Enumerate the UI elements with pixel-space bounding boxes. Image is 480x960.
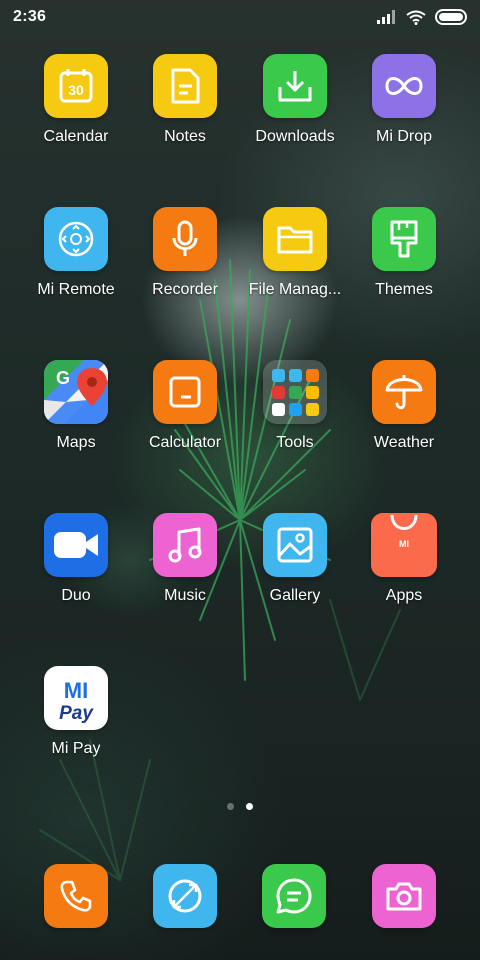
- app-label: Weather: [373, 434, 435, 451]
- app-downloads[interactable]: Downloads: [240, 54, 350, 174]
- compass-browser-icon[interactable]: [153, 864, 217, 928]
- folder-mini-app-icon: [305, 402, 319, 416]
- google-maps-icon: G: [44, 360, 108, 424]
- app-label: Calculator: [148, 434, 222, 451]
- music-note-icon: [153, 513, 217, 577]
- app-label: Apps: [385, 587, 423, 604]
- app-notes[interactable]: Notes: [130, 54, 240, 174]
- status-bar: 2:36: [0, 0, 480, 34]
- paintbrush-icon: [372, 207, 436, 271]
- download-icon: [263, 54, 327, 118]
- app-label: Mi Remote: [37, 281, 115, 298]
- mi-store-bag-icon: MI: [371, 513, 437, 577]
- app-recorder[interactable]: Recorder: [130, 207, 240, 327]
- app-label: Music: [164, 587, 206, 604]
- app-calendar[interactable]: 30 Calendar: [21, 54, 131, 174]
- app-maps[interactable]: G Maps: [21, 360, 131, 480]
- app-label: Recorder: [152, 281, 218, 298]
- folder-mini-app-icon: [288, 385, 302, 399]
- app-file-manager[interactable]: File Manag...: [240, 207, 350, 327]
- folder-mini-app-icon: [305, 385, 319, 399]
- app-label: Mi Drop: [375, 128, 432, 145]
- camera-icon[interactable]: [372, 864, 436, 928]
- message-icon[interactable]: [262, 864, 326, 928]
- app-mi-drop[interactable]: Mi Drop: [349, 54, 459, 174]
- app-label: Mi Pay: [51, 740, 101, 757]
- calendar-icon: 30: [44, 54, 108, 118]
- video-camera-icon: [44, 513, 108, 577]
- calculator-icon: [153, 360, 217, 424]
- mi-pay-icon: MI Pay: [44, 666, 108, 730]
- folder-icon: [263, 207, 327, 271]
- app-apps-store[interactable]: MI Apps: [349, 513, 459, 633]
- status-clock: 2:36: [13, 8, 47, 25]
- mi-badge-text: MI: [399, 539, 409, 549]
- phone-icon[interactable]: [44, 864, 108, 928]
- app-label: Gallery: [269, 587, 321, 604]
- battery-icon: [435, 9, 467, 25]
- app-label: Tools: [276, 434, 314, 451]
- app-label: Maps: [56, 434, 96, 451]
- signal-icon: [377, 10, 395, 24]
- app-folder-tools[interactable]: Tools: [240, 360, 350, 480]
- microphone-icon: [153, 207, 217, 271]
- folder-mini-app-icon: [288, 368, 302, 382]
- app-mi-pay[interactable]: MI Pay Mi Pay: [21, 666, 131, 786]
- folder-mini-app-icon: [271, 368, 285, 382]
- app-gallery[interactable]: Gallery: [240, 513, 350, 633]
- app-label: Calendar: [43, 128, 109, 145]
- folder-tools-icon: [263, 360, 327, 424]
- image-icon: [263, 513, 327, 577]
- folder-mini-app-icon: [288, 402, 302, 416]
- infinity-icon: [372, 54, 436, 118]
- umbrella-icon: [372, 360, 436, 424]
- mi-pay-logo-top: MI: [64, 678, 88, 703]
- app-music[interactable]: Music: [130, 513, 240, 633]
- dock: [0, 864, 480, 928]
- app-label: Downloads: [255, 128, 335, 145]
- remote-icon: [44, 207, 108, 271]
- folder-mini-app-icon: [305, 368, 319, 382]
- calendar-date: 30: [68, 82, 84, 98]
- svg-text:G: G: [56, 368, 70, 388]
- app-label: Themes: [375, 281, 433, 298]
- mi-pay-logo-bottom: Pay: [59, 703, 94, 724]
- app-themes[interactable]: Themes: [349, 207, 459, 327]
- app-label: Notes: [164, 128, 206, 145]
- folder-mini-app-icon: [271, 402, 285, 416]
- app-mi-remote[interactable]: Mi Remote: [21, 207, 131, 327]
- app-duo[interactable]: Duo: [21, 513, 131, 633]
- app-calculator[interactable]: Calculator: [130, 360, 240, 480]
- app-label: Duo: [61, 587, 91, 604]
- page-dot[interactable]: [227, 803, 234, 810]
- app-weather[interactable]: Weather: [349, 360, 459, 480]
- app-label: File Manag...: [248, 281, 342, 298]
- folder-mini-app-icon: [271, 385, 285, 399]
- page-indicator[interactable]: [0, 803, 480, 810]
- notes-icon: [153, 54, 217, 118]
- wifi-icon: [406, 10, 426, 25]
- page-dot-active[interactable]: [246, 803, 253, 810]
